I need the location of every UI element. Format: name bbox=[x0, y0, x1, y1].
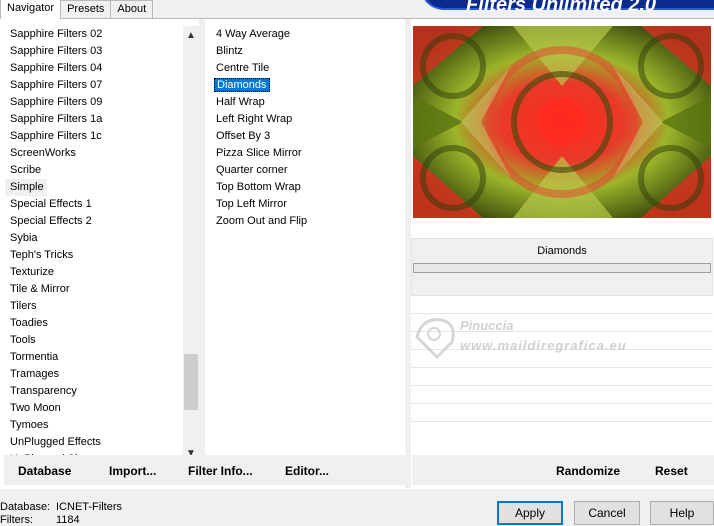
filter-item-label: Centre Tile bbox=[216, 62, 270, 74]
filter-parameter-bar bbox=[413, 263, 711, 273]
category-item[interactable]: Scribe bbox=[5, 162, 183, 179]
database-button[interactable]: Database bbox=[18, 464, 71, 478]
category-item[interactable]: UnPlugged Effects bbox=[5, 434, 183, 451]
filter-item[interactable]: 4 Way Average bbox=[211, 26, 401, 43]
filter-item-label: Zoom Out and Flip bbox=[216, 215, 308, 227]
tab-bar: Navigator Presets About bbox=[0, 0, 154, 19]
filter-item[interactable]: Top Bottom Wrap bbox=[211, 179, 401, 196]
watermark-url: www.maildiregrafica.eu bbox=[460, 338, 627, 353]
filter-item[interactable]: Diamonds bbox=[211, 77, 401, 94]
filter-item-label: Offset By 3 bbox=[216, 130, 271, 142]
category-item[interactable]: Sapphire Filters 04 bbox=[5, 60, 183, 77]
scroll-up-icon[interactable]: ▲ bbox=[183, 28, 199, 44]
category-item[interactable]: ScreenWorks bbox=[5, 145, 183, 162]
filter-item-label: Left Right Wrap bbox=[216, 113, 293, 125]
tab-presets[interactable]: Presets bbox=[60, 0, 112, 18]
category-item[interactable]: Tymoes bbox=[5, 417, 183, 434]
category-item[interactable]: Sapphire Filters 02 bbox=[5, 26, 183, 43]
filter-item[interactable]: Zoom Out and Flip bbox=[211, 213, 401, 230]
category-list[interactable]: Sapphire Filters 02 Sapphire Filters 03 Sa… bbox=[5, 26, 183, 473]
filter-item[interactable]: Offset By 3 bbox=[211, 128, 401, 145]
watermark-logo-icon bbox=[415, 318, 455, 360]
category-item[interactable]: Special Effects 2 bbox=[5, 213, 183, 230]
randomize-button[interactable]: Randomize bbox=[556, 464, 620, 478]
category-item[interactable]: Transparency bbox=[5, 383, 183, 400]
filter-list[interactable]: 4 Way Average Blintz Centre Tile Diamonds Ha… bbox=[211, 26, 401, 464]
filter-item-label: Top Bottom Wrap bbox=[216, 181, 301, 193]
scroll-thumb[interactable] bbox=[184, 354, 198, 410]
filter-item[interactable]: Top Left Mirror bbox=[211, 196, 401, 213]
database-label: Database: bbox=[0, 501, 51, 513]
filter-item-label: Top Left Mirror bbox=[216, 198, 287, 210]
database-value: ICNET-Filters bbox=[56, 501, 122, 513]
filter-item-label: Blintz bbox=[216, 45, 243, 57]
column-divider bbox=[199, 19, 205, 457]
filter-item[interactable]: Half Wrap bbox=[211, 94, 401, 111]
apply-button[interactable]: Apply bbox=[497, 501, 563, 525]
preview-filter-name: Diamonds bbox=[537, 245, 587, 257]
category-item[interactable]: Toadies bbox=[5, 315, 183, 332]
filters-label: Filters: bbox=[0, 514, 33, 526]
category-item[interactable]: Sapphire Filters 03 bbox=[5, 43, 183, 60]
category-item[interactable]: Two Moon bbox=[5, 400, 183, 417]
reset-button[interactable]: Reset bbox=[655, 464, 688, 478]
category-item[interactable]: Tramages bbox=[5, 366, 183, 383]
filter-item[interactable]: Blintz bbox=[211, 43, 401, 60]
filter-preview-image bbox=[413, 26, 711, 218]
preview-toolbar: Randomize Reset bbox=[412, 455, 714, 485]
filter-item[interactable]: Centre Tile bbox=[211, 60, 401, 77]
category-item[interactable]: Simple bbox=[5, 179, 47, 196]
tab-navigator[interactable]: Navigator bbox=[0, 0, 62, 19]
category-item[interactable]: Tile & Mirror bbox=[5, 281, 183, 298]
watermark-name: Pinuccia bbox=[460, 318, 514, 333]
app-title: Filters Unlimited 2.0 bbox=[466, 0, 657, 16]
category-item[interactable]: Sapphire Filters 1c bbox=[5, 128, 183, 145]
category-item[interactable]: Sybia bbox=[5, 230, 183, 247]
filter-item-label: Quarter corner bbox=[216, 164, 288, 176]
watermark: Pinuccia www.maildiregrafica.eu bbox=[412, 312, 652, 372]
app-banner: Filters Unlimited 2.0 bbox=[420, 0, 714, 16]
category-item[interactable]: Tormentia bbox=[5, 349, 183, 366]
category-item[interactable]: Sapphire Filters 07 bbox=[5, 77, 183, 94]
category-item[interactable]: Tilers bbox=[5, 298, 183, 315]
navigator-toolbar: Database Import... Filter Info... Editor… bbox=[4, 455, 406, 485]
filter-item[interactable]: Pizza Slice Mirror bbox=[211, 145, 401, 162]
filter-item-label: 4 Way Average bbox=[216, 28, 290, 40]
filter-item[interactable]: Left Right Wrap bbox=[211, 111, 401, 128]
filter-item-label: Half Wrap bbox=[216, 96, 265, 108]
tab-about[interactable]: About bbox=[110, 0, 154, 18]
category-item[interactable]: Sapphire Filters 09 bbox=[5, 94, 183, 111]
cancel-button[interactable]: Cancel bbox=[574, 501, 640, 525]
help-button[interactable]: Help bbox=[650, 501, 714, 525]
filter-item-label: Pizza Slice Mirror bbox=[216, 147, 302, 159]
import-button[interactable]: Import... bbox=[109, 464, 156, 478]
editor-button[interactable]: Editor... bbox=[285, 464, 329, 478]
category-item[interactable]: Teph's Tricks bbox=[5, 247, 183, 264]
category-item[interactable]: Sapphire Filters 1a bbox=[5, 111, 183, 128]
filter-info-button[interactable]: Filter Info... bbox=[188, 464, 253, 478]
filter-item[interactable]: Quarter corner bbox=[211, 162, 401, 179]
filter-item-label: Diamonds bbox=[214, 78, 270, 92]
category-scrollbar[interactable]: ▲ ▼ bbox=[183, 26, 199, 464]
filters-count: 1184 bbox=[56, 514, 80, 526]
filter-name-box: Diamonds bbox=[411, 238, 713, 296]
category-item[interactable]: Special Effects 1 bbox=[5, 196, 183, 213]
category-item[interactable]: Tools bbox=[5, 332, 183, 349]
category-item[interactable]: Texturize bbox=[5, 264, 183, 281]
